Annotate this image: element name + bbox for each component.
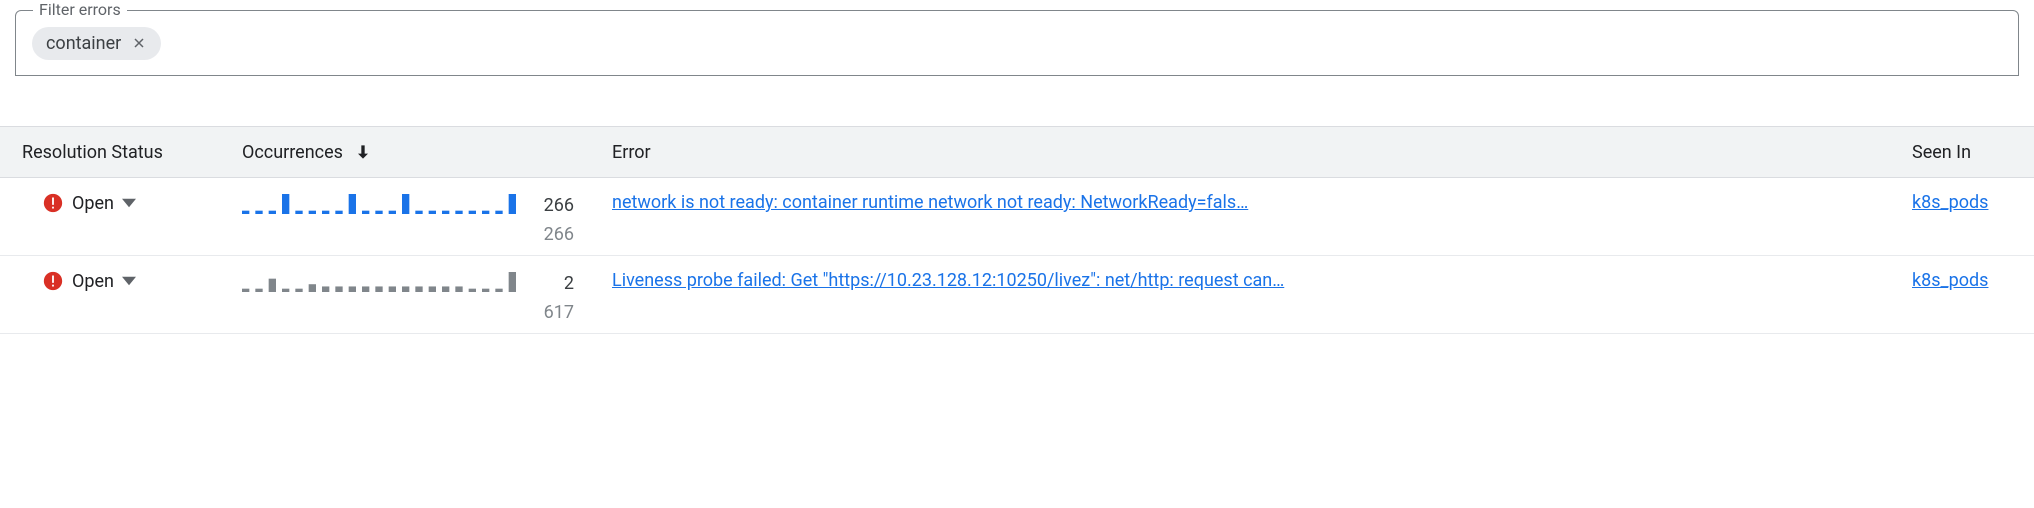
error-link[interactable]: network is not ready: container runtime … (612, 192, 1912, 213)
col-occurrences[interactable]: Occurrences (242, 142, 612, 163)
filter-input-box[interactable]: container (15, 10, 2019, 76)
filter-label: Filter errors (33, 0, 127, 19)
arrow-down-icon (353, 142, 373, 162)
status-text[interactable]: Open (72, 193, 114, 214)
close-icon[interactable] (131, 35, 147, 51)
error-status-icon (42, 192, 64, 214)
sparkline-chart (242, 192, 522, 216)
table-row: Open 2 617 Liveness probe failed: Get "h… (0, 256, 2034, 334)
occurrence-count: 266 (534, 195, 574, 216)
col-label: Occurrences (242, 142, 343, 163)
col-error[interactable]: Error (612, 142, 1912, 163)
filter-chip[interactable]: container (32, 27, 161, 60)
col-label: Resolution Status (22, 142, 163, 163)
occurrence-total: 617 (242, 302, 574, 323)
col-label: Seen In (1912, 142, 1971, 163)
filter-chip-text: container (46, 33, 121, 54)
chevron-down-icon[interactable] (122, 196, 136, 210)
error-link[interactable]: Liveness probe failed: Get "https://10.2… (612, 270, 1912, 291)
occurrence-total: 266 (242, 224, 574, 245)
seen-in-link[interactable]: k8s_pods (1912, 192, 2012, 213)
col-seen-in[interactable]: Seen In (1912, 142, 2012, 163)
occurrence-count: 2 (534, 273, 574, 294)
col-resolution-status[interactable]: Resolution Status (22, 142, 242, 163)
sparkline-chart (242, 270, 522, 294)
chevron-down-icon[interactable] (122, 274, 136, 288)
error-status-icon (42, 270, 64, 292)
col-label: Error (612, 142, 651, 163)
table-header-row: Resolution Status Occurrences Error Seen… (0, 126, 2034, 178)
status-text[interactable]: Open (72, 271, 114, 292)
seen-in-link[interactable]: k8s_pods (1912, 270, 2012, 291)
table-row: Open 266 266 network is not ready: conta… (0, 178, 2034, 256)
errors-table: Resolution Status Occurrences Error Seen… (0, 126, 2034, 334)
